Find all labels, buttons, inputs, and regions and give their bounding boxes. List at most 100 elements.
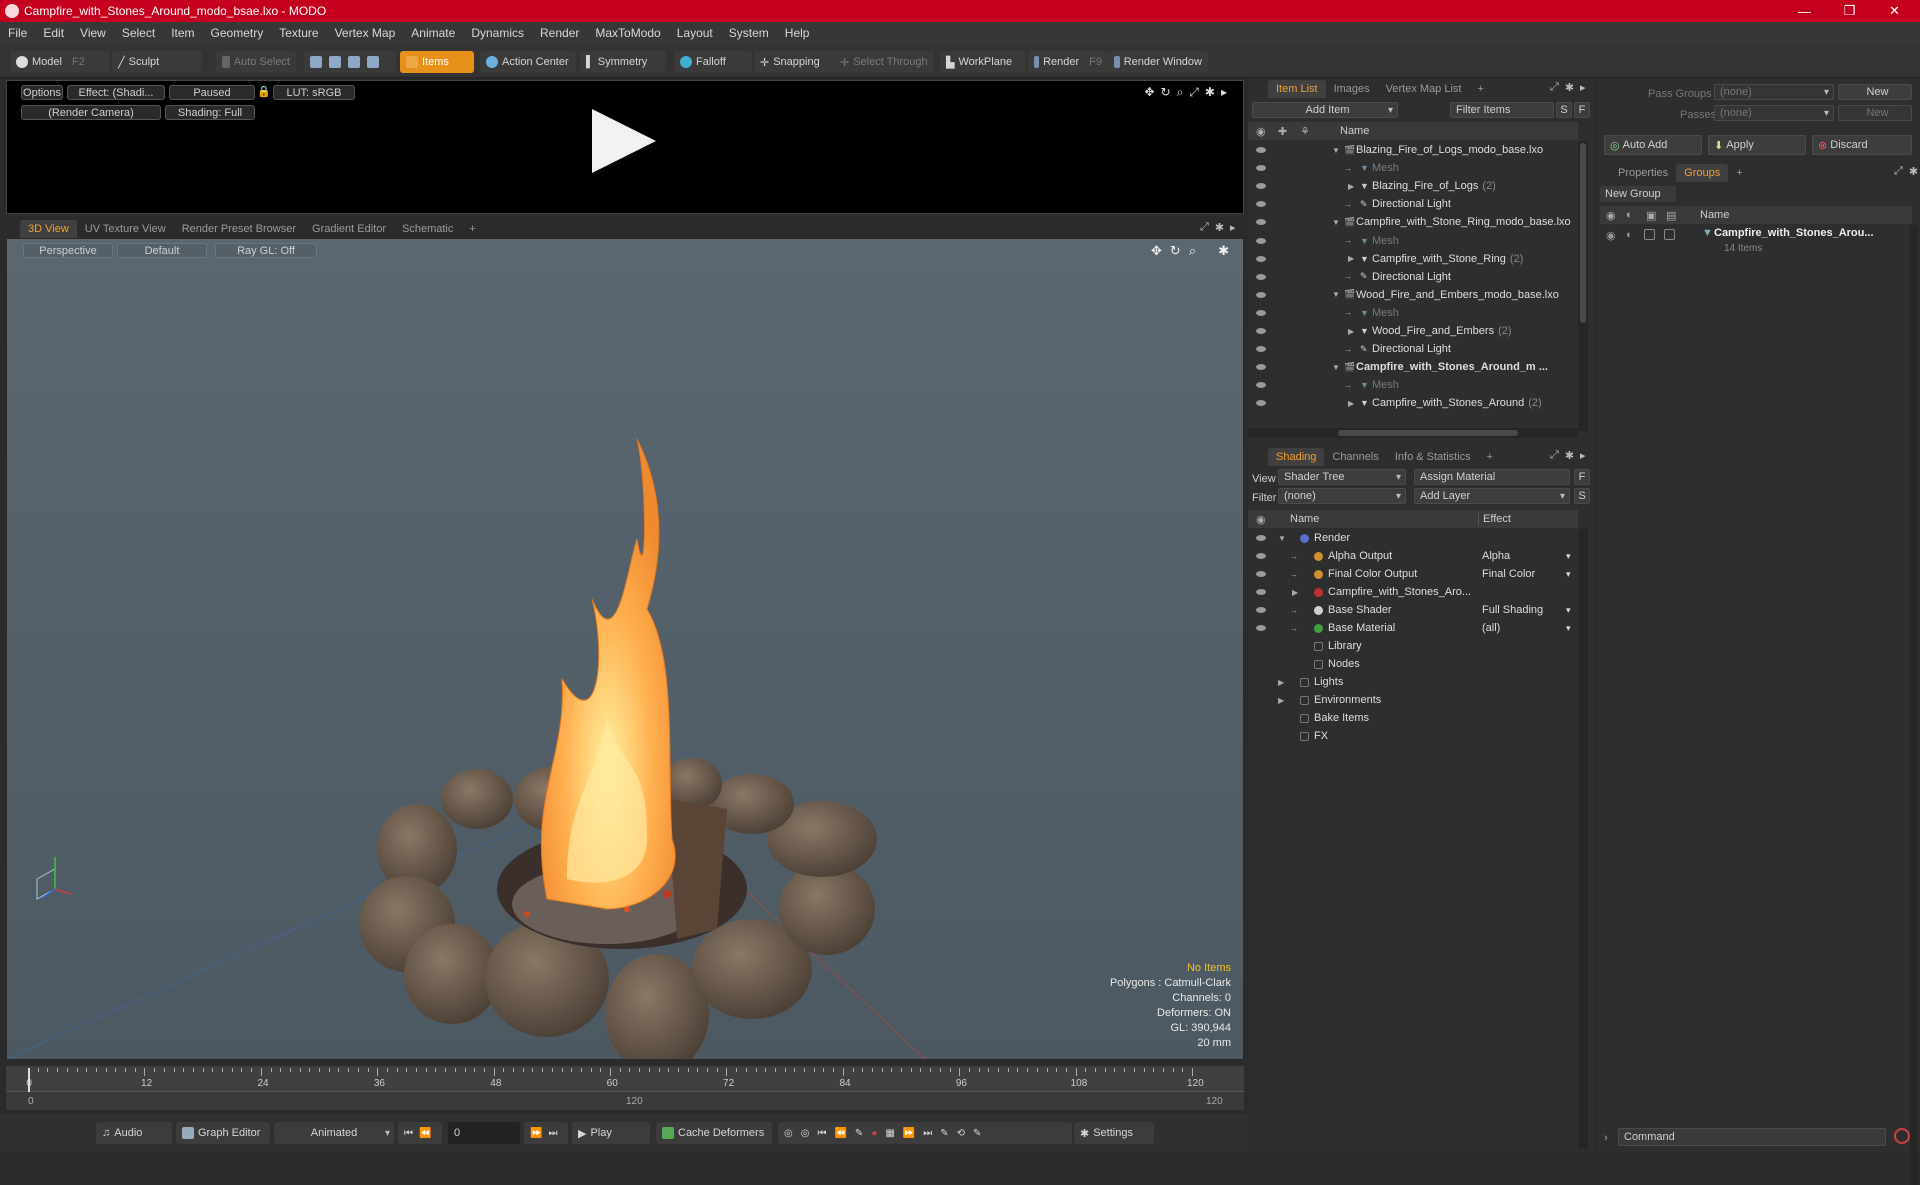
expand-icon[interactable]: ⤢ [1550, 81, 1559, 94]
visibility-eye-icon[interactable] [1256, 291, 1266, 298]
next-key-icon[interactable]: ⏭ [923, 1128, 932, 1139]
audio-button[interactable]: ♫ Audio [96, 1122, 172, 1144]
shader-row[interactable]: Bake Items [1248, 709, 1586, 727]
effect-dropdown-icon[interactable]: ▾ [1566, 551, 1571, 562]
tab-uv-texture-view[interactable]: UV Texture View [77, 220, 174, 238]
symmetry-button[interactable]: ▌ Symmetry [580, 51, 666, 73]
auto-select-button[interactable]: Auto Select [216, 51, 296, 73]
item-list-row[interactable]: ▼ 🎬 Campfire_with_Stone_Ring_modo_base.lxo [1248, 213, 1586, 231]
effect-dropdown-icon[interactable]: ▾ [1566, 569, 1571, 580]
rotate-icon[interactable]: ↻ [1161, 85, 1171, 100]
shader-row[interactable]: ▶ Lights [1248, 673, 1586, 691]
maximize-icon[interactable]: ⤢ [1189, 85, 1199, 100]
item-list-row[interactable]: → ▼ Mesh [1248, 232, 1586, 250]
workplane-button[interactable]: ▙ WorkPlane [940, 51, 1026, 73]
assign-material-button[interactable]: Assign Material [1414, 469, 1570, 485]
expand-arrow-icon[interactable]: ▶ [1348, 254, 1354, 263]
item-list-row[interactable]: ▶ ▼ Wood_Fire_and_Embers (2) [1248, 322, 1586, 340]
expand-icon[interactable]: ⤢ [1894, 165, 1903, 178]
collapse-arrow-icon[interactable]: ▼ [1332, 363, 1340, 372]
tab-3d-view[interactable]: 3D View [20, 220, 77, 238]
render-window-button[interactable]: Render Window [1108, 51, 1208, 73]
item-list-row[interactable]: ▼ 🎬 Wood_Fire_and_Embers_modo_base.lxo [1248, 286, 1586, 304]
menu-geometry[interactable]: Geometry [203, 26, 272, 40]
render-button[interactable]: Render F9 [1028, 51, 1108, 73]
preview-shading-dropdown[interactable]: Shading: Full [165, 105, 255, 120]
shading-s-button[interactable]: S [1574, 488, 1590, 504]
settings-button[interactable]: ✱ Settings [1074, 1122, 1154, 1144]
preview-options-button[interactable]: Options [21, 85, 63, 100]
minimize-button[interactable]: — [1782, 0, 1827, 22]
shader-row[interactable]: ▶ Environments [1248, 691, 1586, 709]
preview-camera-dropdown[interactable]: (Render Camera) [21, 105, 161, 120]
item-list-row[interactable]: → ▼ Mesh [1248, 304, 1586, 322]
groups-scrollbar[interactable] [1910, 225, 1918, 1185]
prev-key-icon[interactable]: ⏮ [817, 1128, 826, 1139]
visibility-eye-icon[interactable] [1256, 165, 1266, 172]
graph-editor-button[interactable]: Graph Editor [176, 1122, 270, 1144]
visibility-eye-icon[interactable] [1256, 201, 1266, 208]
skip-start-icon[interactable]: ⏮ [404, 1128, 413, 1139]
visibility-eye-icon[interactable] [1256, 273, 1266, 280]
close-button[interactable]: ✕ [1872, 0, 1917, 22]
next-icon[interactable]: ⏩ [903, 1128, 915, 1139]
collapse-arrow-icon[interactable]: ▼ [1332, 218, 1340, 227]
menu-render[interactable]: Render [532, 26, 587, 40]
tab-groups[interactable]: Groups [1676, 164, 1729, 182]
group-row[interactable]: ◉ ◐ ▼ Campfire_with_Stones_Arou... 14 It… [1600, 225, 1912, 261]
tab-item-list[interactable]: Item List [1268, 80, 1326, 98]
expand-arrow-icon[interactable]: ▶ [1292, 588, 1298, 597]
preview-lut-dropdown[interactable]: LUT: sRGB [273, 85, 355, 100]
shader-view-dropdown[interactable]: Shader Tree [1278, 469, 1406, 485]
3d-viewport[interactable]: Perspective Default Ray GL: Off ✥↻⌕✱ [6, 238, 1244, 1060]
gear-icon[interactable]: ✱ [1205, 85, 1215, 100]
animated-dropdown[interactable]: Animated [274, 1122, 394, 1144]
preview-effect-dropdown[interactable]: Effect: (Shadi... [67, 85, 165, 100]
gear-icon[interactable]: ✱ [1909, 165, 1918, 178]
play-icon[interactable] [592, 109, 656, 173]
visibility-eye-icon[interactable] [1256, 147, 1266, 153]
visibility-eye-icon[interactable] [1256, 328, 1266, 334]
filter-items-input[interactable]: Filter Items [1450, 102, 1554, 118]
prev-icon[interactable]: ⏪ [834, 1128, 846, 1139]
step-forward-icon[interactable]: ⏩ [530, 1128, 542, 1139]
shader-row[interactable]: → Alpha Output Alpha ▾ [1248, 547, 1586, 565]
item-list-row[interactable]: → ✎ Directional Light [1248, 195, 1586, 213]
tab-render-preset-browser[interactable]: Render Preset Browser [174, 220, 304, 238]
tab-properties[interactable]: Properties [1610, 164, 1676, 182]
command-stop-icon[interactable] [1894, 1128, 1910, 1144]
select-through-button[interactable]: ✛ Select Through [834, 51, 934, 73]
key-icon[interactable]: ◎ [784, 1128, 793, 1139]
expand-arrow-icon[interactable]: ▶ [1348, 182, 1354, 191]
shading-f-button[interactable]: F [1574, 469, 1590, 485]
effect-dropdown-icon[interactable]: ▾ [1566, 623, 1571, 634]
item-list-scrollbar[interactable] [1578, 141, 1588, 431]
tab-shading[interactable]: Shading [1268, 448, 1325, 466]
shading-scrollbar[interactable] [1578, 529, 1588, 1149]
expand-arrow-icon[interactable]: ▶ [1348, 327, 1354, 336]
passes-dropdown[interactable]: (none) [1714, 105, 1834, 121]
cache-deformers-button[interactable]: Cache Deformers [656, 1122, 772, 1144]
item-list-row[interactable]: ▼ 🎬 Blazing_Fire_of_Logs_modo_base.lxo [1248, 141, 1586, 159]
collapse-arrow-icon[interactable]: ▼ [1278, 534, 1286, 543]
pan-icon[interactable]: ✥ [1144, 85, 1154, 100]
collapse-arrow-icon[interactable]: ▼ [1332, 290, 1340, 299]
item-list-row[interactable]: ▼ 🎬 Campfire_with_Stones_Around_m ... [1248, 358, 1586, 376]
step-back-icon[interactable]: ⏪ [419, 1128, 431, 1139]
arrow-right-icon[interactable]: ▸ [1221, 85, 1227, 100]
render-toggle-icon[interactable]: ◐ [1626, 229, 1633, 241]
shader-effect[interactable]: Full Shading [1482, 604, 1543, 616]
shader-row[interactable]: → Base Shader Full Shading ▾ [1248, 601, 1586, 619]
visibility-eye-icon[interactable] [1256, 309, 1266, 316]
add-item-dropdown[interactable]: Add Item [1252, 102, 1398, 118]
menu-file[interactable]: File [0, 26, 35, 40]
zoom-icon[interactable]: ⌕ [1177, 85, 1184, 100]
filter-s-button[interactable]: S [1556, 102, 1572, 118]
menu-help[interactable]: Help [777, 26, 818, 40]
shader-row[interactable]: → Final Color Output Final Color ▾ [1248, 565, 1586, 583]
menu-animate[interactable]: Animate [403, 26, 463, 40]
menu-select[interactable]: Select [114, 26, 163, 40]
groups-name-column[interactable]: Name [1700, 209, 1729, 221]
tab-[interactable]: + [1479, 448, 1501, 466]
visibility-eye-icon[interactable] [1256, 382, 1266, 389]
